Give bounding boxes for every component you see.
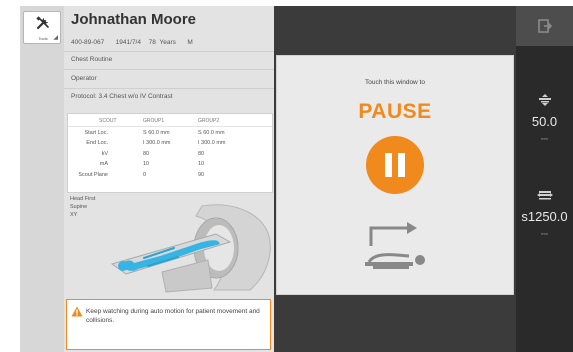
row-label: mA bbox=[99, 161, 108, 167]
cell-value: 0 bbox=[143, 172, 147, 178]
divider bbox=[64, 51, 274, 52]
table-row: Start Loc. S 60.0 mm S 60.0 mm bbox=[68, 130, 274, 139]
patient-position-plane: XY bbox=[70, 212, 78, 218]
patient-dob: 1941/7/4 bbox=[115, 39, 141, 46]
pause-instruction: Touch this window to bbox=[365, 79, 425, 86]
exam-name: Chest Routine bbox=[71, 56, 113, 63]
tools-icon bbox=[36, 16, 49, 30]
cell-value: 10 bbox=[198, 161, 205, 167]
divider bbox=[64, 88, 274, 89]
cell-value: I 300.0 mm bbox=[198, 140, 226, 146]
warning-icon bbox=[71, 306, 83, 317]
cell-value: S 60.0 mm bbox=[143, 130, 170, 136]
divider bbox=[68, 126, 272, 127]
cell-value: 80 bbox=[198, 151, 205, 157]
operator-label: Operator bbox=[71, 75, 97, 82]
patient-position-pose: Supine bbox=[70, 204, 88, 210]
row-label: Start Loc. bbox=[84, 130, 108, 136]
table-height-unit: mm bbox=[541, 136, 548, 141]
table-header: GROUP2 bbox=[198, 118, 220, 124]
patient-name: Johnathan Moore bbox=[71, 11, 197, 28]
table-height-icon bbox=[539, 94, 551, 106]
motion-warning: Keep watching during auto motion for pat… bbox=[66, 299, 271, 350]
pause-icon[interactable] bbox=[366, 136, 424, 194]
pause-bar bbox=[398, 153, 405, 177]
exit-button[interactable] bbox=[516, 6, 573, 46]
row-label: End Loc. bbox=[86, 140, 108, 146]
table-row: End Loc. I 300.0 mm I 300.0 mm bbox=[68, 140, 274, 149]
patient-age: 78 Years bbox=[148, 39, 176, 46]
table-height-value: 50.0 bbox=[531, 114, 558, 129]
cell-value: 80 bbox=[143, 151, 150, 157]
pause-bar bbox=[385, 153, 392, 177]
table-header: GROUP1 bbox=[143, 118, 165, 124]
pause-title: PAUSE bbox=[358, 100, 432, 123]
table-position-unit: mm bbox=[541, 231, 548, 236]
tools-caret-icon: ◢ bbox=[53, 35, 58, 41]
patient-id: 400-89-067 bbox=[71, 39, 105, 46]
table-row: Scout Plane 0 90 bbox=[68, 172, 274, 181]
patient-meta: 400-89-067 1941/7/4 78 Years M bbox=[71, 39, 193, 46]
ct-scanner-screen: Tools ◢ Johnathan Moore 400-89-067 1941/… bbox=[0, 0, 573, 352]
exit-icon bbox=[538, 19, 552, 33]
patient-sex: M bbox=[187, 39, 193, 46]
pause-window[interactable]: Touch this window to PAUSE bbox=[276, 55, 514, 295]
table-header: SCOUT bbox=[99, 118, 117, 124]
tools-column: Tools ◢ bbox=[20, 6, 64, 352]
cell-value: 10 bbox=[143, 161, 150, 167]
row-label: kV bbox=[101, 151, 108, 157]
table-row: mA 10 10 bbox=[68, 161, 274, 170]
scanner-illustration bbox=[110, 204, 271, 293]
scout-table: SCOUT GROUP1 GROUP2 Start Loc. S 60.0 mm… bbox=[67, 113, 273, 193]
row-label: Scout Plane bbox=[78, 172, 108, 178]
patient-position-orientation: Head First bbox=[70, 196, 96, 202]
table-row: kV 80 80 bbox=[68, 151, 274, 160]
tools-button[interactable]: Tools ◢ bbox=[23, 11, 61, 44]
right-control-column: 50.0 mm s1250.0 mm bbox=[516, 6, 573, 352]
table-longitudinal-icon bbox=[537, 191, 553, 200]
cell-value: S 60.0 mm bbox=[198, 130, 225, 136]
table-motion-icon bbox=[365, 222, 425, 269]
warning-text: Keep watching during auto motion for pat… bbox=[86, 308, 260, 324]
divider bbox=[64, 69, 274, 70]
table-position-value: s1250.0 bbox=[521, 209, 568, 224]
cell-value: I 300.0 mm bbox=[143, 140, 171, 146]
protocol-label: Protocol: 3.4 Chest w/o IV Contrast bbox=[71, 93, 173, 100]
cell-value: 90 bbox=[198, 172, 205, 178]
